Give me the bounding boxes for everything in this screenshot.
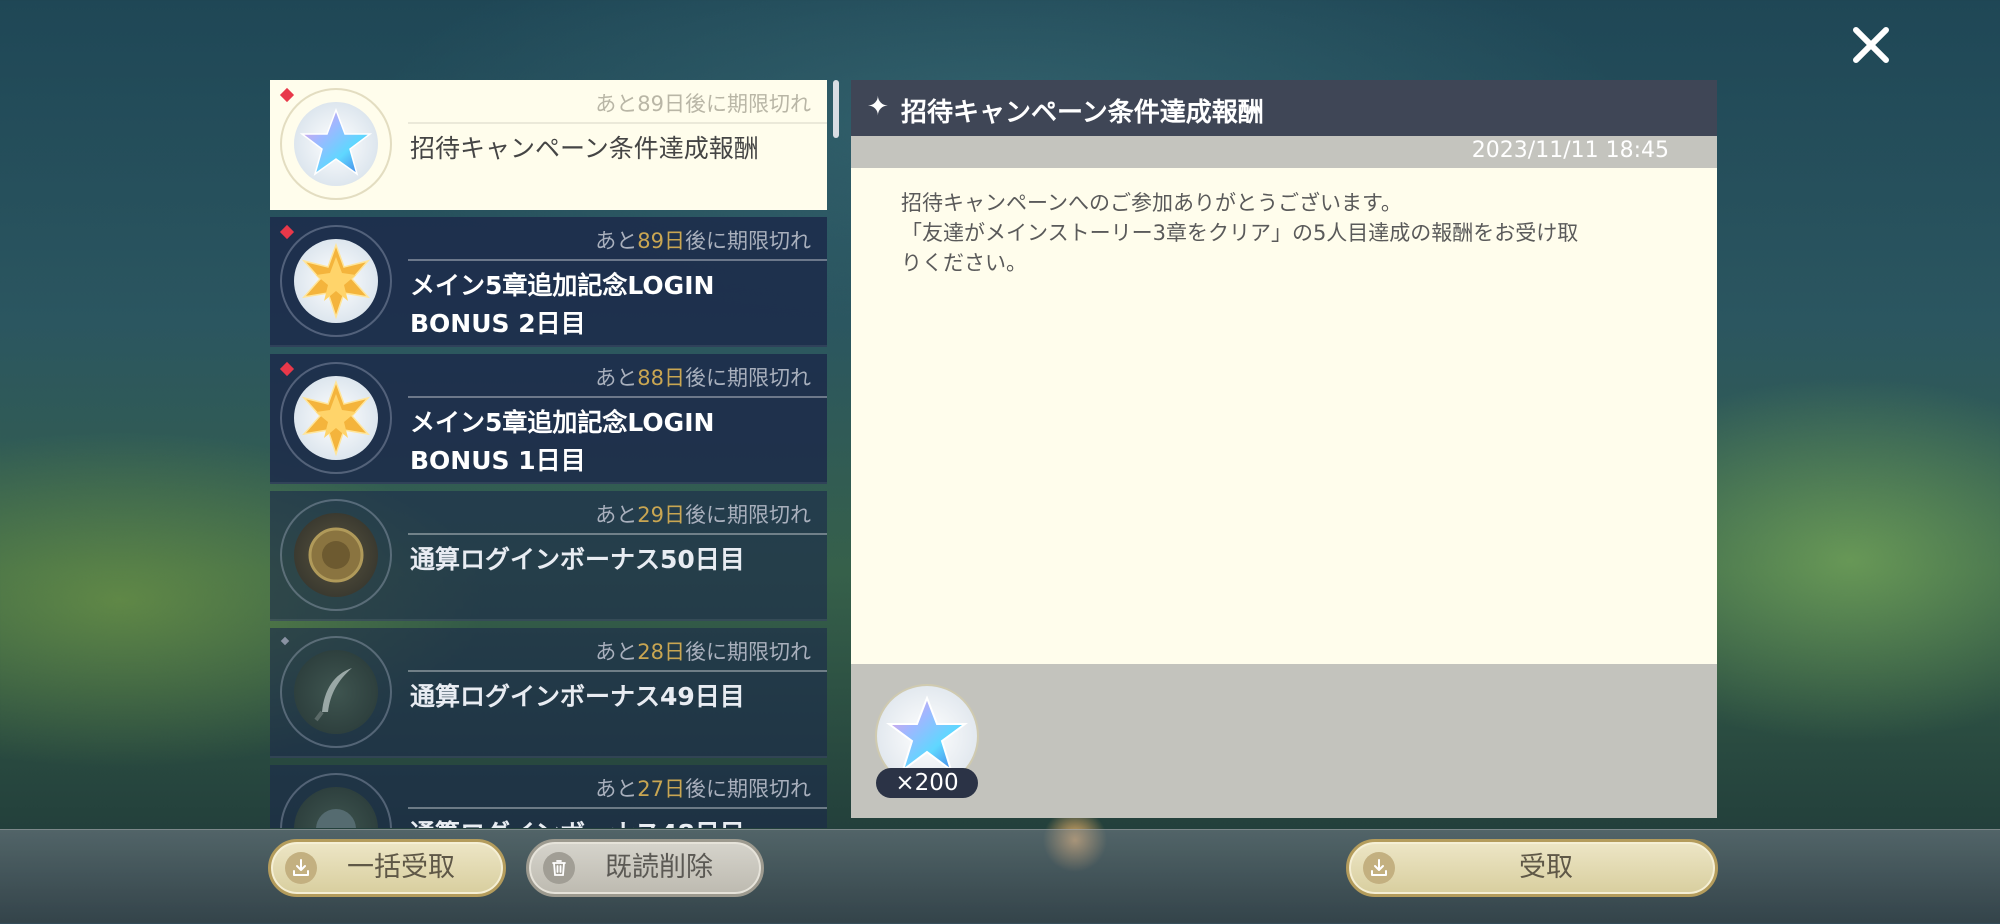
delete-read-button[interactable]: 既読削除 <box>526 839 764 897</box>
bronze-medal-icon <box>294 513 378 597</box>
list-scrollbar[interactable] <box>833 80 839 138</box>
message-body: 招待キャンペーンへのご参加ありがとうございます。 「友達がメインストーリー3章を… <box>851 168 1717 664</box>
mail-item[interactable]: あと88日後に期限切れ メイン5章追加記念LOGIN BONUS 1日目 <box>270 354 827 484</box>
unread-indicator <box>279 224 295 240</box>
mail-list[interactable]: あと89日後に期限切れ 招待キャンペーン条件達成報酬 あと89日後に期限切れ メ… <box>270 80 827 828</box>
delete-read-label: 既読削除 <box>605 852 713 883</box>
mail-item[interactable]: あと89日後に期限切れ 招待キャンペーン条件達成報酬 <box>270 80 827 210</box>
gold-star-crystal-icon <box>294 376 378 460</box>
mail-item[interactable]: あと89日後に期限切れ メイン5章追加記念LOGIN BONUS 2日目 <box>270 217 827 347</box>
sparkle-icon: ✦ <box>867 92 889 122</box>
mail-title: 通算ログインボーナス49日目 <box>410 682 745 711</box>
claim-all-label: 一括受取 <box>347 852 455 883</box>
divider <box>408 122 827 124</box>
mail-item[interactable]: あと29日後に期限切れ 通算ログインボーナス50日目 <box>270 491 827 621</box>
reward-count-badge: ×200 <box>876 768 978 798</box>
divider <box>408 259 827 261</box>
gold-star-crystal-icon <box>294 239 378 323</box>
unread-indicator <box>279 87 295 103</box>
divider <box>408 670 827 672</box>
expire-text: あと29日後に期限切れ <box>595 503 811 527</box>
expire-text: あと28日後に期限切れ <box>595 640 811 664</box>
feather-quill-icon <box>294 650 378 734</box>
mail-title: 招待キャンペーン条件達成報酬 <box>410 134 759 163</box>
detail-title: 招待キャンペーン条件達成報酬 <box>901 98 1264 128</box>
divider <box>408 807 827 809</box>
detail-header: ✦ 招待キャンペーン条件達成報酬 <box>851 80 1717 136</box>
date-band: 2023/11/11 18:45 <box>851 136 1717 168</box>
expire-text: あと89日後に期限切れ <box>595 229 811 253</box>
claim-button[interactable]: 受取 <box>1346 839 1718 897</box>
close-icon <box>1853 27 1889 63</box>
claim-all-button[interactable]: 一括受取 <box>268 839 506 897</box>
expire-text: あと89日後に期限切れ <box>595 92 811 116</box>
bottom-action-bar: 一括受取 既読削除 受取 <box>0 829 2000 924</box>
mail-title: メイン5章追加記念LOGIN BONUS 2日目 <box>410 271 715 338</box>
close-button[interactable] <box>1848 22 1894 68</box>
divider <box>408 396 827 398</box>
mail-title: メイン5章追加記念LOGIN BONUS 1日目 <box>410 408 715 475</box>
claim-label: 受取 <box>1519 852 1573 883</box>
unread-indicator <box>279 361 295 377</box>
mail-item[interactable]: あと28日後に期限切れ 通算ログインボーナス49日目 <box>270 628 827 758</box>
expire-text: あと27日後に期限切れ <box>595 777 811 801</box>
rainbow-star-crystal-icon <box>294 102 378 186</box>
mail-title: 通算ログインボーナス48日目 <box>410 815 810 828</box>
message-text: 招待キャンペーンへのご参加ありがとうございます。 「友達がメインストーリー3章を… <box>901 191 1579 275</box>
mail-item[interactable]: あと27日後に期限切れ 通算ログインボーナス48日目 <box>270 765 827 828</box>
mail-detail-panel: ✦ 招待キャンペーン条件達成報酬 2023/11/11 18:45 招待キャンペ… <box>851 80 1717 818</box>
read-indicator <box>280 636 290 646</box>
divider <box>408 533 827 535</box>
mail-title: 通算ログインボーナス50日目 <box>410 545 745 574</box>
mail-date: 2023/11/11 18:45 <box>1471 138 1669 163</box>
expire-text: あと88日後に期限切れ <box>595 366 811 390</box>
reward-area <box>851 664 1717 818</box>
